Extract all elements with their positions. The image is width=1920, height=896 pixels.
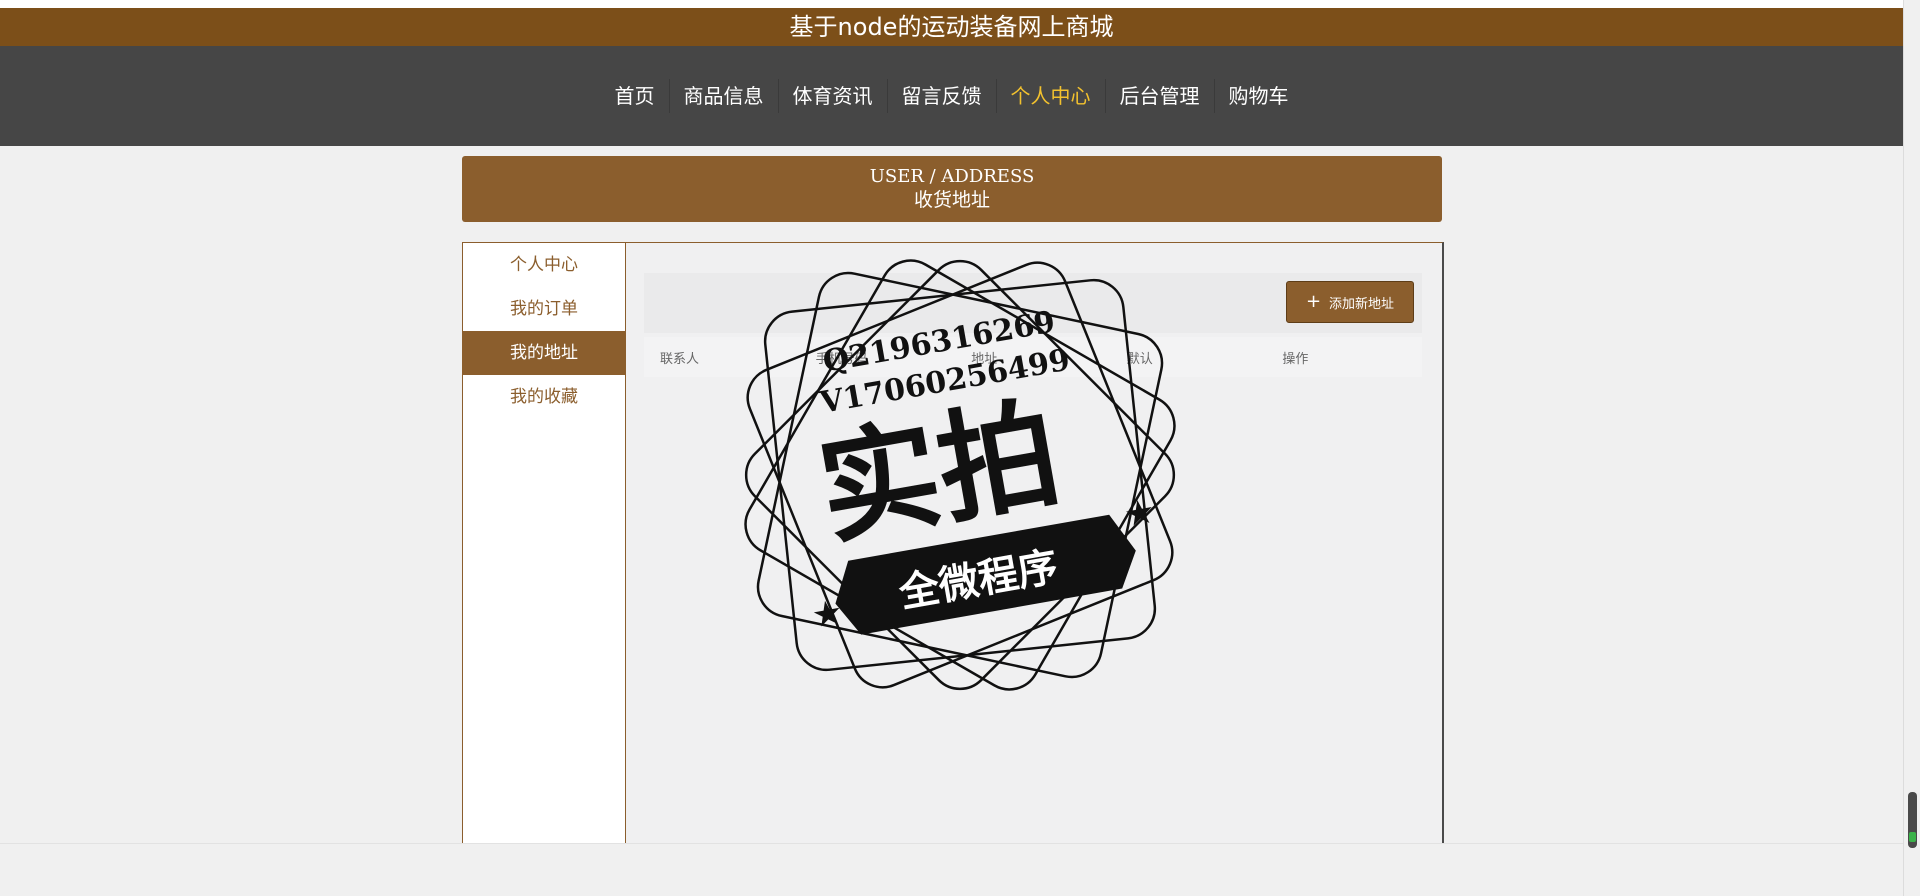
banner-title-cn: 收货地址 xyxy=(913,189,990,211)
side-item-profile[interactable]: 个人中心 xyxy=(463,243,625,287)
scroll-indicator-icon xyxy=(1909,832,1916,842)
side-item-address[interactable]: 我的地址 xyxy=(463,331,625,375)
page-scrollbar[interactable] xyxy=(1903,0,1920,896)
column-header-actions: 操作 xyxy=(1282,351,1309,367)
banner-title-en: USER / ADDRESS xyxy=(869,166,1035,187)
plus-icon: + xyxy=(1305,291,1322,312)
page-banner: USER / ADDRESS 收货地址 xyxy=(462,156,1442,222)
user-center-panel: 个人中心 我的订单 我的地址 我的收藏 + 添加新地址 联系人 手机号码 地址 … xyxy=(462,242,1444,844)
side-item-orders[interactable]: 我的订单 xyxy=(463,287,625,331)
nav-news[interactable]: 体育资讯 xyxy=(779,79,888,113)
column-header-default: 默认 xyxy=(1126,351,1153,367)
nav-home[interactable]: 首页 xyxy=(601,79,670,113)
main-navigation: 首页 商品信息 体育资讯 留言反馈 个人中心 后台管理 购物车 xyxy=(0,46,1903,146)
add-address-label: 添加新地址 xyxy=(1329,296,1395,312)
address-toolbar: + 添加新地址 xyxy=(644,273,1422,333)
nav-products[interactable]: 商品信息 xyxy=(670,79,779,113)
add-address-button[interactable]: + 添加新地址 xyxy=(1286,281,1414,323)
site-title-bar: 基于node的运动装备网上商城 xyxy=(0,8,1903,46)
side-item-favorites[interactable]: 我的收藏 xyxy=(463,375,625,419)
address-table-header: 联系人 手机号码 地址 默认 操作 xyxy=(644,337,1422,377)
top-strip xyxy=(0,0,1903,8)
side-menu: 个人中心 我的订单 我的地址 我的收藏 xyxy=(463,243,625,843)
nav-profile[interactable]: 个人中心 xyxy=(997,79,1106,113)
column-header-address: 地址 xyxy=(971,351,998,367)
page-footer-area xyxy=(0,843,1903,896)
nav-cart[interactable]: 购物车 xyxy=(1215,79,1303,113)
nav-admin[interactable]: 后台管理 xyxy=(1106,79,1215,113)
column-header-contact: 联系人 xyxy=(660,351,700,367)
address-main: + 添加新地址 联系人 手机号码 地址 默认 操作 xyxy=(625,243,1442,843)
nav-feedback[interactable]: 留言反馈 xyxy=(888,79,997,113)
site-title: 基于node的运动装备网上商城 xyxy=(789,13,1114,41)
column-header-phone: 手机号码 xyxy=(815,351,868,367)
